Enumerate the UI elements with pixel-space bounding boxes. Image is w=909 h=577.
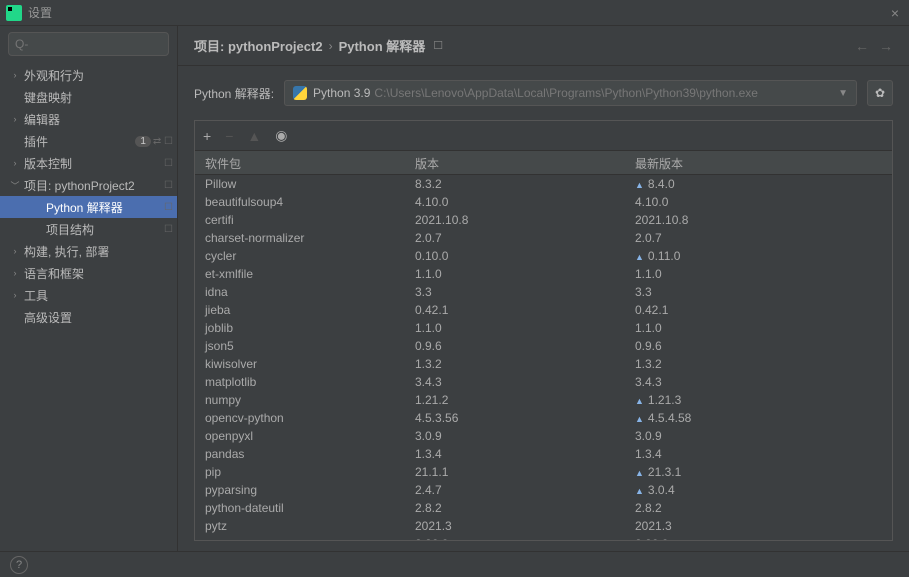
sidebar-item[interactable]: 高级设置 [0,306,177,328]
upgrade-available-icon: ▲ [635,180,644,190]
upgrade-available-icon: ▲ [635,486,644,496]
breadcrumb-project: 项目: pythonProject2 [194,36,323,55]
interpreter-name: Python 3.9 [313,86,370,100]
remove-package-button[interactable]: − [225,128,233,144]
main-layout: ›外观和行为键盘映射›编辑器插件1⇄ ☐›版本控制☐﹀项目: pythonPro… [0,26,909,551]
upgrade-available-icon: ▲ [635,252,644,262]
content-panel: 项目: pythonProject2 › Python 解释器 ☐ ← → Py… [178,26,909,551]
interpreter-select[interactable]: Python 3.9 C:\Users\Lenovo\AppData\Local… [284,80,857,106]
python-icon [293,86,307,100]
sidebar-item[interactable]: 插件1⇄ ☐ [0,130,177,152]
chevron-right-icon: › [10,114,20,124]
col-latest[interactable]: 最新版本 [625,151,892,174]
sidebar-item[interactable]: › 版本控制☐ [0,152,177,174]
search-box[interactable] [8,32,169,56]
chevron-right-icon: › [10,158,20,168]
sidebar-item-label: 构建, 执行, 部署 [24,243,177,260]
chevron-right-icon: › [10,268,20,278]
package-panel: + − ▲ ◉ 软件包 版本 最新版本 Pillow8.3.2▲8.4.0bea… [194,120,893,541]
sidebar-item-label: Python 解释器 [46,199,164,216]
project-marker-icon: ☐ [164,158,173,169]
breadcrumb-page: Python 解释器 [339,36,426,55]
project-marker-icon: ☐ [164,180,173,191]
footer: ? [0,551,909,577]
sidebar-item-label: 外观和行为 [24,67,177,84]
sidebar-item[interactable]: ﹀ 项目: pythonProject2☐ [0,174,177,196]
sidebar: ›外观和行为键盘映射›编辑器插件1⇄ ☐›版本控制☐﹀项目: pythonPro… [0,26,178,551]
window-title: 设置 [28,4,52,21]
chevron-down-icon: ﹀ [10,179,20,192]
chevron-right-icon: › [10,246,20,256]
sidebar-item-label: 语言和框架 [24,265,177,282]
sidebar-item[interactable]: › 语言和框架 [0,262,177,284]
toolbar-icons: ⇄ ☐ [153,136,173,147]
chevron-right-icon: › [10,70,20,80]
sidebar-item-label: 键盘映射 [24,89,177,106]
add-package-button[interactable]: + [203,128,211,144]
reset-icon[interactable]: ☐ [433,39,443,52]
sidebar-item[interactable]: › 构建, 执行, 部署 [0,240,177,262]
project-marker-icon: ☐ [164,224,173,235]
upgrade-available-icon: ▲ [635,396,644,406]
show-early-releases-button[interactable]: ◉ [275,127,287,144]
forward-icon[interactable]: → [879,38,893,54]
package-version: 2.26.0 [405,533,625,540]
project-marker-icon: ☐ [164,202,173,213]
sidebar-item[interactable]: Python 解释器☐ [0,196,177,218]
upgrade-available-icon: ▲ [635,468,644,478]
package-name: requests [195,533,405,540]
gear-icon[interactable]: ✿ [867,80,893,106]
back-icon[interactable]: ← [855,38,869,54]
interpreter-row: Python 解释器: Python 3.9 C:\Users\Lenovo\A… [178,66,909,120]
help-icon[interactable]: ? [10,556,28,574]
sidebar-item[interactable]: › 编辑器 [0,108,177,130]
settings-tree: ›外观和行为键盘映射›编辑器插件1⇄ ☐›版本控制☐﹀项目: pythonPro… [0,62,177,551]
package-latest: 2.26.0 [625,533,892,540]
sidebar-item-label: 高级设置 [24,309,177,326]
upgrade-package-button[interactable]: ▲ [247,128,261,144]
package-row[interactable]: requests2.26.02.26.0 [195,535,892,540]
interpreter-label: Python 解释器: [194,85,274,102]
package-list: Pillow8.3.2▲8.4.0beautifulsoup44.10.04.1… [195,175,892,540]
app-icon [6,5,22,21]
sidebar-item-label: 工具 [24,287,177,304]
package-header: 软件包 版本 最新版本 [195,151,892,175]
interpreter-path: C:\Users\Lenovo\AppData\Local\Programs\P… [374,86,758,100]
sidebar-item-label: 项目结构 [46,221,164,238]
sidebar-item[interactable]: › 工具 [0,284,177,306]
breadcrumb: 项目: pythonProject2 › Python 解释器 ☐ ← → [178,26,909,66]
sidebar-item-label: 编辑器 [24,111,177,128]
titlebar: 设置 × [0,0,909,26]
chevron-right-icon: › [10,290,20,300]
sidebar-item[interactable]: › 外观和行为 [0,64,177,86]
close-icon[interactable]: × [887,5,903,21]
chevron-right-icon: › [329,39,333,53]
nav-arrows: ← → [855,38,893,54]
search-input[interactable] [15,37,170,51]
chevron-down-icon: ▼ [838,88,848,99]
sidebar-item-label: 插件 [24,133,135,150]
package-toolbar: + − ▲ ◉ [195,121,892,151]
upgrade-available-icon: ▲ [635,414,644,424]
sidebar-item[interactable]: 项目结构☐ [0,218,177,240]
sidebar-item[interactable]: 键盘映射 [0,86,177,108]
sidebar-item-label: 版本控制 [24,155,164,172]
col-package[interactable]: 软件包 [195,151,405,174]
count-badge: 1 [135,136,151,147]
col-version[interactable]: 版本 [405,151,625,174]
sidebar-item-label: 项目: pythonProject2 [24,177,164,194]
